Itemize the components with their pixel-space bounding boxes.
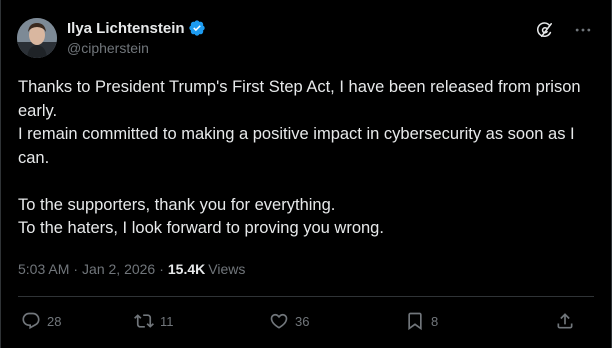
bookmark-icon (408, 312, 422, 331)
line-break (18, 170, 596, 194)
reply-button[interactable]: 28 (21, 311, 61, 331)
tweet-text: Thanks to President Trump's First Step A… (18, 76, 596, 241)
post-time[interactable]: 5:03 AM (18, 261, 69, 277)
repost-button[interactable]: 11 (134, 311, 174, 331)
share-button[interactable] (555, 311, 575, 331)
bookmark-button[interactable]: 8 (405, 311, 438, 331)
author-block: Ilya Lichtenstein @cipherstein (67, 19, 206, 56)
meta-separator: · (73, 261, 79, 277)
repost-icon (134, 314, 154, 328)
grok-icon[interactable] (535, 20, 555, 40)
divider (18, 296, 594, 297)
avatar[interactable] (17, 18, 57, 58)
verified-badge-icon[interactable] (188, 19, 206, 37)
meta-separator: · (159, 261, 164, 277)
reply-icon (22, 312, 40, 330)
like-button[interactable]: 36 (269, 311, 309, 331)
views-label: Views (208, 261, 246, 277)
views-count[interactable]: 15.4K (168, 261, 205, 277)
more-icon[interactable] (573, 20, 593, 40)
tweet-card: Ilya Lichtenstein @cipherstein Thanks to… (0, 0, 612, 348)
author-handle[interactable]: @cipherstein (67, 40, 206, 56)
reply-count: 28 (47, 313, 62, 329)
tweet-meta: 5:03 AM · Jan 2, 2026 · 15.4K Views (18, 261, 245, 277)
tweet-line: Thanks to President Trump's First Step A… (18, 78, 581, 120)
repost-count: 11 (160, 313, 174, 329)
heart-icon (270, 313, 288, 329)
post-date[interactable]: Jan 2, 2026 (82, 261, 155, 277)
author-name[interactable]: Ilya Lichtenstein (67, 20, 185, 37)
tweet-line: I remain committed to making a positive … (18, 125, 575, 167)
like-count: 36 (295, 313, 310, 329)
avatar-photo (17, 18, 57, 58)
action-bar: 28 11 36 8 (21, 311, 591, 333)
bookmark-count: 8 (431, 313, 439, 329)
share-icon (557, 313, 573, 329)
tweet-line: To the haters, I look forward to proving… (18, 219, 384, 237)
tweet-top-actions (535, 20, 593, 40)
tweet-line: To the supporters, thank you for everyth… (18, 195, 336, 214)
